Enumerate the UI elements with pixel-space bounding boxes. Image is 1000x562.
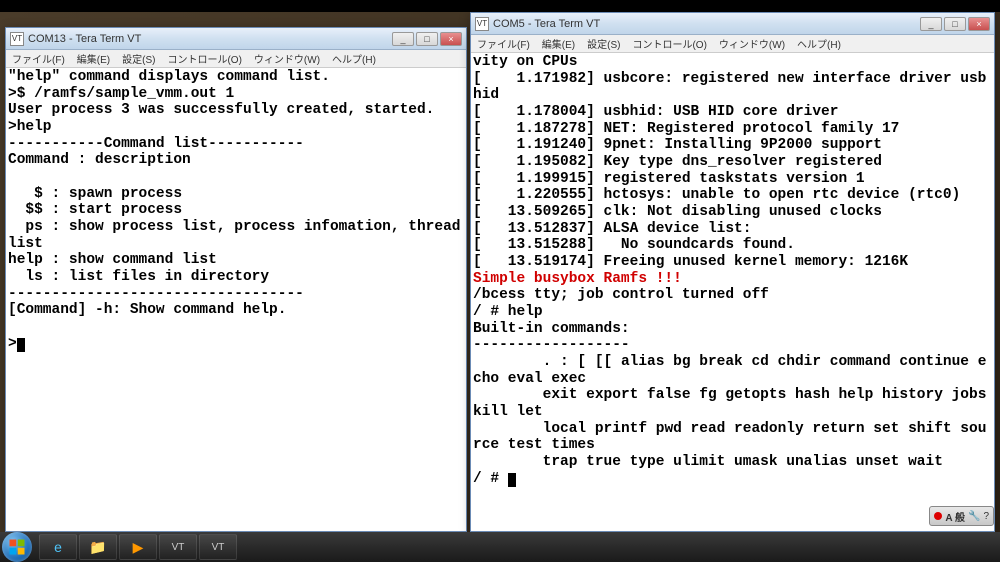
maximize-button[interactable]: □: [416, 32, 438, 46]
window-controls: _ □ ×: [392, 32, 462, 46]
terminal-output[interactable]: vity on CPUs [ 1.171982] usbcore: regist…: [471, 53, 994, 531]
terminal-output[interactable]: "help" command displays command list. >$…: [6, 68, 466, 531]
close-button[interactable]: ×: [440, 32, 462, 46]
menu-edit[interactable]: 編集(E): [73, 50, 114, 67]
maximize-button[interactable]: □: [944, 17, 966, 31]
taskbar: e 📁 ▶ VT VT: [0, 532, 1000, 562]
minimize-button[interactable]: _: [920, 17, 942, 31]
taskbar-teraterm-1[interactable]: VT: [159, 534, 197, 560]
taskbar-ie-icon[interactable]: e: [39, 534, 77, 560]
menu-setup[interactable]: 設定(S): [583, 35, 624, 52]
monitor-bezel: [0, 0, 1000, 12]
windows-logo-icon: [8, 538, 26, 556]
window-title: COM13 - Tera Term VT: [28, 33, 141, 45]
ime-mode-label: A 般: [945, 509, 965, 524]
menubar: ファイル(F) 編集(E) 設定(S) コントロール(O) ウィンドウ(W) ヘ…: [6, 50, 466, 68]
menu-help[interactable]: ヘルプ(H): [793, 35, 845, 52]
ime-help-icon: ?: [983, 511, 989, 522]
start-button[interactable]: [2, 532, 32, 562]
terminal-window-com13: VT COM13 - Tera Term VT _ □ × ファイル(F) 編集…: [5, 27, 467, 532]
ime-toolbar[interactable]: A 般 🔧 ?: [929, 506, 994, 526]
taskbar-teraterm-2[interactable]: VT: [199, 534, 237, 560]
close-button[interactable]: ×: [968, 17, 990, 31]
menu-file[interactable]: ファイル(F): [473, 35, 534, 52]
ime-extra-icon: 🔧: [968, 511, 980, 522]
menu-window[interactable]: ウィンドウ(W): [715, 35, 789, 52]
app-icon: VT: [10, 32, 24, 46]
taskbar-explorer-icon[interactable]: 📁: [79, 534, 117, 560]
titlebar[interactable]: VT COM13 - Tera Term VT _ □ ×: [6, 28, 466, 50]
menu-file[interactable]: ファイル(F): [8, 50, 69, 67]
window-controls: _ □ ×: [920, 17, 990, 31]
window-title: COM5 - Tera Term VT: [493, 18, 600, 30]
menu-window[interactable]: ウィンドウ(W): [250, 50, 324, 67]
menu-control[interactable]: コントロール(O): [163, 50, 245, 67]
menu-control[interactable]: コントロール(O): [628, 35, 710, 52]
ime-record-icon: [934, 512, 942, 520]
menubar: ファイル(F) 編集(E) 設定(S) コントロール(O) ウィンドウ(W) ヘ…: [471, 35, 994, 53]
titlebar[interactable]: VT COM5 - Tera Term VT _ □ ×: [471, 13, 994, 35]
taskbar-media-icon[interactable]: ▶: [119, 534, 157, 560]
terminal-window-com5: VT COM5 - Tera Term VT _ □ × ファイル(F) 編集(…: [470, 12, 995, 532]
minimize-button[interactable]: _: [392, 32, 414, 46]
menu-edit[interactable]: 編集(E): [538, 35, 579, 52]
menu-help[interactable]: ヘルプ(H): [328, 50, 380, 67]
menu-setup[interactable]: 設定(S): [118, 50, 159, 67]
app-icon: VT: [475, 17, 489, 31]
